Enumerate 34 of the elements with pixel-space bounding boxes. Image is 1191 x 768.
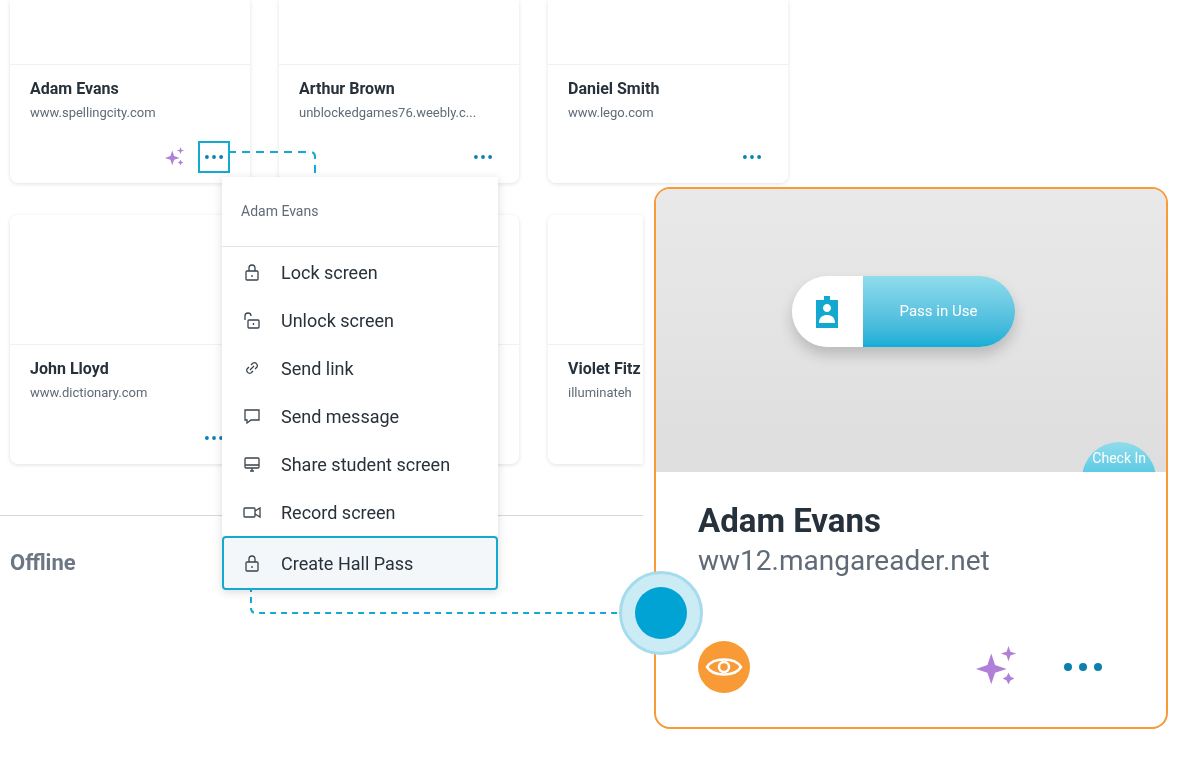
more-icon — [474, 155, 492, 159]
section-title: Offline — [10, 550, 76, 575]
id-badge-icon — [816, 295, 838, 328]
student-name: Adam Evans — [698, 500, 882, 542]
student-name: Adam Evans — [30, 78, 120, 100]
student-card[interactable]: Arthur Brown unblockedgames76.weebly.c... — [279, 0, 519, 183]
more-button[interactable] — [198, 141, 230, 173]
student-name: Daniel Smith — [568, 78, 661, 100]
student-card[interactable]: Daniel Smith www.lego.com — [548, 0, 788, 183]
menu-item[interactable]: Record screen — [222, 488, 498, 536]
more-icon — [1064, 663, 1102, 671]
student-url: illuminateh — [568, 384, 633, 402]
student-name: Violet Fitz — [568, 358, 642, 380]
eye-icon — [705, 655, 743, 679]
monitor-icon — [242, 454, 262, 474]
student-url: www.lego.com — [568, 104, 655, 122]
message-icon — [242, 406, 262, 426]
menu-item[interactable]: Create Hall Pass — [222, 536, 498, 590]
lock-icon — [242, 553, 262, 573]
student-card[interactable]: Adam Evans www.spellingcity.com — [10, 0, 250, 183]
student-url: ww12.mangareader.net — [698, 543, 991, 579]
more-icon — [205, 155, 223, 159]
student-url: unblockedgames76.weebly.c... — [299, 104, 478, 122]
student-url: www.dictionary.com — [30, 384, 149, 402]
more-icon — [205, 436, 223, 440]
student-card[interactable]: Violet Fitz illuminateh — [548, 215, 643, 464]
lock-icon — [242, 262, 262, 282]
pass-label: Pass in Use — [862, 276, 1015, 347]
unlock-icon — [242, 310, 262, 330]
student-name: Arthur Brown — [299, 78, 396, 100]
eye-button[interactable] — [698, 641, 750, 693]
student-name: John Lloyd — [30, 358, 110, 380]
student-url: www.spellingcity.com — [30, 104, 157, 122]
more-icon — [743, 155, 761, 159]
